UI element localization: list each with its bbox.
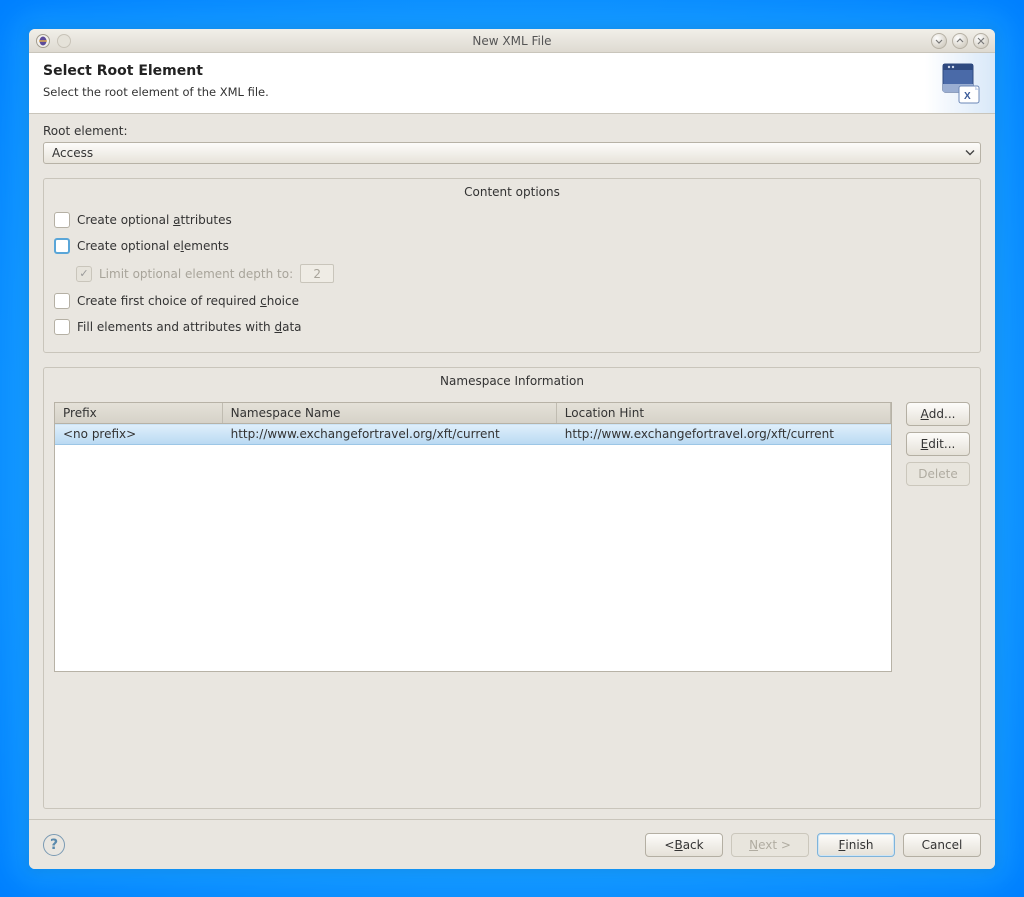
table-row[interactable]: <no prefix> http://www.exchangefortravel… — [55, 424, 891, 445]
namespace-title: Namespace Information — [54, 374, 970, 388]
cancel-button[interactable]: Cancel — [903, 833, 981, 857]
first-choice-label: Create first choice of required choice — [77, 294, 299, 308]
edit-button[interactable]: Edit... — [906, 432, 970, 456]
eclipse-app-icon — [35, 33, 51, 49]
column-header-hint[interactable]: Location Hint — [556, 403, 890, 424]
close-button[interactable] — [973, 33, 989, 49]
limit-depth-spinner: 2 — [300, 264, 334, 283]
namespace-group: Namespace Information Prefix Namespace N… — [43, 367, 981, 809]
wizard-header: Select Root Element Select the root elem… — [29, 53, 995, 114]
first-choice-checkbox[interactable] — [54, 293, 70, 309]
column-header-name[interactable]: Namespace Name — [222, 403, 556, 424]
wizard-body: Root element: Access Content options Cre… — [29, 114, 995, 819]
content-options-group: Content options Create optional attribut… — [43, 178, 981, 353]
create-elements-checkbox[interactable] — [54, 238, 70, 254]
content-options-title: Content options — [54, 185, 970, 199]
minimize-button[interactable] — [931, 33, 947, 49]
page-title: Select Root Element — [43, 63, 911, 79]
back-button[interactable]: < Back — [645, 833, 723, 857]
root-element-value: Access — [52, 146, 93, 160]
titlebar-secondary-icon — [57, 34, 71, 48]
wizard-footer: ? < Back Next > Finish Cancel — [29, 819, 995, 869]
window-title: New XML File — [29, 34, 995, 48]
page-subtitle: Select the root element of the XML file. — [43, 85, 911, 99]
wizard-banner-icon: X — [925, 53, 995, 113]
column-header-prefix[interactable]: Prefix — [55, 403, 222, 424]
create-attributes-checkbox[interactable] — [54, 212, 70, 228]
add-button[interactable]: Add... — [906, 402, 970, 426]
delete-button: Delete — [906, 462, 970, 486]
wizard-window: New XML File Select Root Element Select … — [29, 29, 995, 869]
cell-hint: http://www.exchangefortravel.org/xft/cur… — [556, 424, 890, 445]
root-element-label: Root element: — [43, 124, 981, 138]
create-elements-label: Create optional elements — [77, 239, 229, 253]
limit-depth-checkbox: ✓ — [76, 266, 92, 282]
fill-data-label: Fill elements and attributes with data — [77, 320, 302, 334]
maximize-button[interactable] — [952, 33, 968, 49]
namespace-table[interactable]: Prefix Namespace Name Location Hint <no … — [54, 402, 892, 672]
finish-button[interactable]: Finish — [817, 833, 895, 857]
root-element-select[interactable]: Access — [43, 142, 981, 164]
next-button: Next > — [731, 833, 809, 857]
titlebar: New XML File — [29, 29, 995, 53]
fill-data-checkbox[interactable] — [54, 319, 70, 335]
create-attributes-label: Create optional attributes — [77, 213, 232, 227]
cell-prefix: <no prefix> — [55, 424, 222, 445]
limit-depth-label: Limit optional element depth to: — [99, 267, 293, 281]
help-icon[interactable]: ? — [43, 834, 65, 856]
cell-name: http://www.exchangefortravel.org/xft/cur… — [222, 424, 556, 445]
svg-text:X: X — [964, 91, 971, 102]
